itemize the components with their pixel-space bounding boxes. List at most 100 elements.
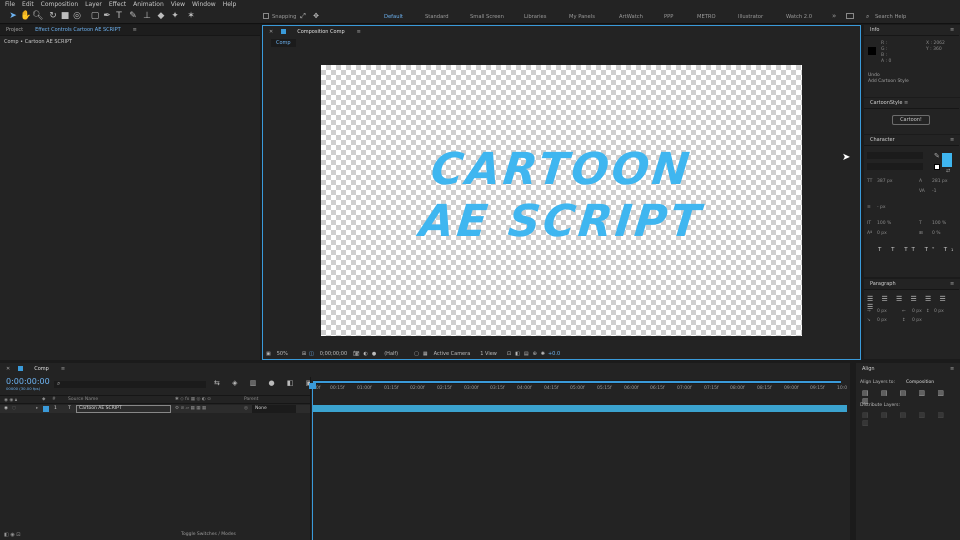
eraser-tool-icon[interactable]: ◆	[156, 11, 166, 21]
snapping-checkbox[interactable]	[263, 13, 269, 19]
tab-composition[interactable]: Composition Comp	[291, 29, 350, 35]
layer-audio-icon[interactable]: ◌	[12, 406, 16, 411]
timeline-icon[interactable]: ▤	[524, 351, 529, 357]
roto-tool-icon[interactable]: ✦	[170, 11, 180, 21]
time-graph-area[interactable]: 00f 00:15f 01:00f 01:15f 02:00f 02:15f 0…	[309, 377, 851, 540]
menu-view[interactable]: View	[171, 1, 185, 8]
sync-icon[interactable]	[846, 13, 854, 19]
tab-effect-controls[interactable]: Effect Controls Cartoon AE SCRIPT	[29, 27, 127, 33]
layer-duration-bar[interactable]	[313, 405, 847, 412]
playhead[interactable]	[312, 385, 313, 540]
work-area-range[interactable]	[313, 381, 841, 383]
resolution-dropdown[interactable]: (Half)	[384, 351, 398, 357]
playhead-handle[interactable]	[309, 383, 316, 389]
character-menu-icon[interactable]: ≡	[950, 137, 954, 143]
paragraph-menu-icon[interactable]: ≡	[950, 281, 954, 287]
timeline-search-input[interactable]	[54, 381, 206, 388]
timeline-timecode[interactable]: 0:00:00:00	[6, 377, 50, 386]
menu-edit[interactable]: Edit	[22, 1, 34, 8]
swap-colors-icon[interactable]: ⇄	[946, 168, 950, 174]
text-style-buttons[interactable]: T T TT Tᵀ T₁	[878, 247, 957, 253]
layer-expand-icon[interactable]: ▸	[36, 406, 38, 411]
snapshot-icon[interactable]: 📷︎	[353, 351, 359, 357]
parent-header[interactable]: Parent	[244, 397, 258, 402]
font-size-field[interactable]: 387 px	[877, 179, 893, 184]
workspace-my-panels[interactable]: My Panels	[569, 14, 595, 20]
menu-file[interactable]: File	[5, 1, 15, 8]
workspace-metro[interactable]: METRO	[697, 14, 716, 20]
lock-icon[interactable]: ✕	[263, 29, 279, 35]
layer-label-color[interactable]	[43, 406, 49, 412]
font-family-dropdown[interactable]	[867, 152, 923, 159]
search-icon[interactable]: ⌕	[866, 13, 869, 21]
transparency-grid-icon[interactable]: ▦	[423, 351, 428, 357]
zoom-tool-icon[interactable]: 🔍︎	[32, 11, 43, 21]
workspace-libraries[interactable]: Libraries	[524, 14, 546, 20]
timeline-switch-icons[interactable]: ⇆ ◈ ▥ ● ◧ ▣	[214, 379, 317, 387]
toggle-switches-modes[interactable]: Toggle Switches / Modes	[181, 532, 236, 537]
layer-switches-icons[interactable]: ⚙ ⊘ ▱ ▦ ▦ ▦	[175, 406, 206, 411]
horizontal-scale-field[interactable]: 100 %	[932, 221, 946, 226]
tsume-field[interactable]: 0 %	[932, 231, 941, 236]
font-style-dropdown[interactable]	[867, 163, 923, 170]
vertical-scale-field[interactable]: 100 %	[877, 221, 891, 226]
menu-layer[interactable]: Layer	[85, 1, 102, 8]
align-menu-icon[interactable]: ≡	[950, 366, 954, 372]
color-channel-icon[interactable]: ●	[372, 351, 376, 357]
work-area-bar[interactable]	[313, 380, 841, 384]
layer-row[interactable]: ◉ ◌ ▸ 1 T Cartoon AE SCRIPT ⚙ ⊘ ▱ ▦ ▦ ▦ …	[0, 405, 310, 413]
space-after-field[interactable]: 0 px	[934, 309, 944, 314]
view-options-icon[interactable]: ⊡	[507, 351, 511, 357]
stroke-color-swatch[interactable]	[934, 164, 940, 170]
snap-icon[interactable]: ⤢	[298, 11, 308, 21]
panel-menu-icon[interactable]: ≡	[127, 27, 143, 33]
menu-animation[interactable]: Animation	[133, 1, 164, 8]
timecode-display[interactable]: 0;00;00;00	[320, 351, 347, 357]
hand-tool-icon[interactable]: ✋	[20, 11, 31, 21]
camera-dropdown[interactable]: Active Camera	[434, 351, 471, 357]
time-ruler[interactable]: 00f 00:15f 01:00f 01:15f 02:00f 02:15f 0…	[311, 385, 851, 394]
leading-field[interactable]: 281 px	[932, 179, 948, 184]
workspace-standard[interactable]: Standard	[425, 14, 449, 20]
clone-tool-icon[interactable]: ⊥	[142, 11, 152, 21]
source-name-header[interactable]: Source Name	[68, 397, 98, 402]
comp-subtab[interactable]: Comp	[271, 38, 296, 47]
reset-exposure-icon[interactable]: ✺	[541, 351, 545, 357]
rectangle-tool-icon[interactable]: ▢	[90, 11, 100, 21]
zoom-dropdown[interactable]: 50%	[277, 351, 288, 357]
indent-left-field[interactable]: 0 px	[877, 309, 887, 314]
rotate-tool-icon[interactable]: ↻	[48, 11, 58, 21]
timeline-footer-icons[interactable]: ◧ ◉ ⊡	[4, 532, 20, 538]
baseline-shift-field[interactable]: 0 px	[877, 231, 887, 236]
workspace-small-screen[interactable]: Small Screen	[470, 14, 504, 20]
workspace-watch[interactable]: Watch 2.0	[786, 14, 812, 20]
timeline-menu-icon[interactable]: ≡	[55, 366, 71, 372]
menu-help[interactable]: Help	[223, 1, 237, 8]
camera-tool-icon[interactable]: ■	[60, 11, 70, 21]
grid-icon[interactable]: ⊞	[302, 351, 306, 357]
tracking-field[interactable]: -1	[932, 189, 937, 194]
flowchart-icon[interactable]: ⊕	[533, 351, 537, 357]
eyedropper-icon[interactable]: ✎	[934, 152, 940, 160]
selection-tool-icon[interactable]: ➤	[8, 11, 18, 21]
puppet-tool-icon[interactable]: ✶	[186, 11, 196, 21]
indent-right-field[interactable]: 0 px	[912, 309, 922, 314]
menu-effect[interactable]: Effect	[109, 1, 126, 8]
roi-icon[interactable]: ▢	[414, 351, 419, 357]
workspace-default[interactable]: Default	[384, 14, 403, 20]
brush-tool-icon[interactable]: ✎	[128, 11, 138, 21]
always-preview-icon[interactable]: ▣	[266, 351, 271, 357]
layer-visibility-icon[interactable]: ◉	[4, 406, 8, 411]
workspace-artwatch[interactable]: ArtWatch	[619, 14, 643, 20]
timeline-close-icon[interactable]: ✕	[0, 366, 16, 372]
space-before-field[interactable]: 0 px	[912, 318, 922, 323]
pan-behind-tool-icon[interactable]: ◎	[72, 11, 82, 21]
comp-panel-menu-icon[interactable]: ≡	[351, 29, 367, 35]
type-tool-icon[interactable]: T	[114, 11, 124, 21]
parent-dropdown[interactable]: None	[252, 405, 296, 413]
distribute-buttons-row[interactable]: ▤ ▤ ▤ ▥ ▥ ▥	[862, 411, 960, 427]
fast-preview-icon[interactable]: ◧	[515, 351, 520, 357]
search-help-input[interactable]: Search Help	[875, 14, 906, 20]
workspace-ppp[interactable]: PPP	[664, 14, 673, 20]
expand-icon[interactable]: ✥	[311, 11, 321, 21]
